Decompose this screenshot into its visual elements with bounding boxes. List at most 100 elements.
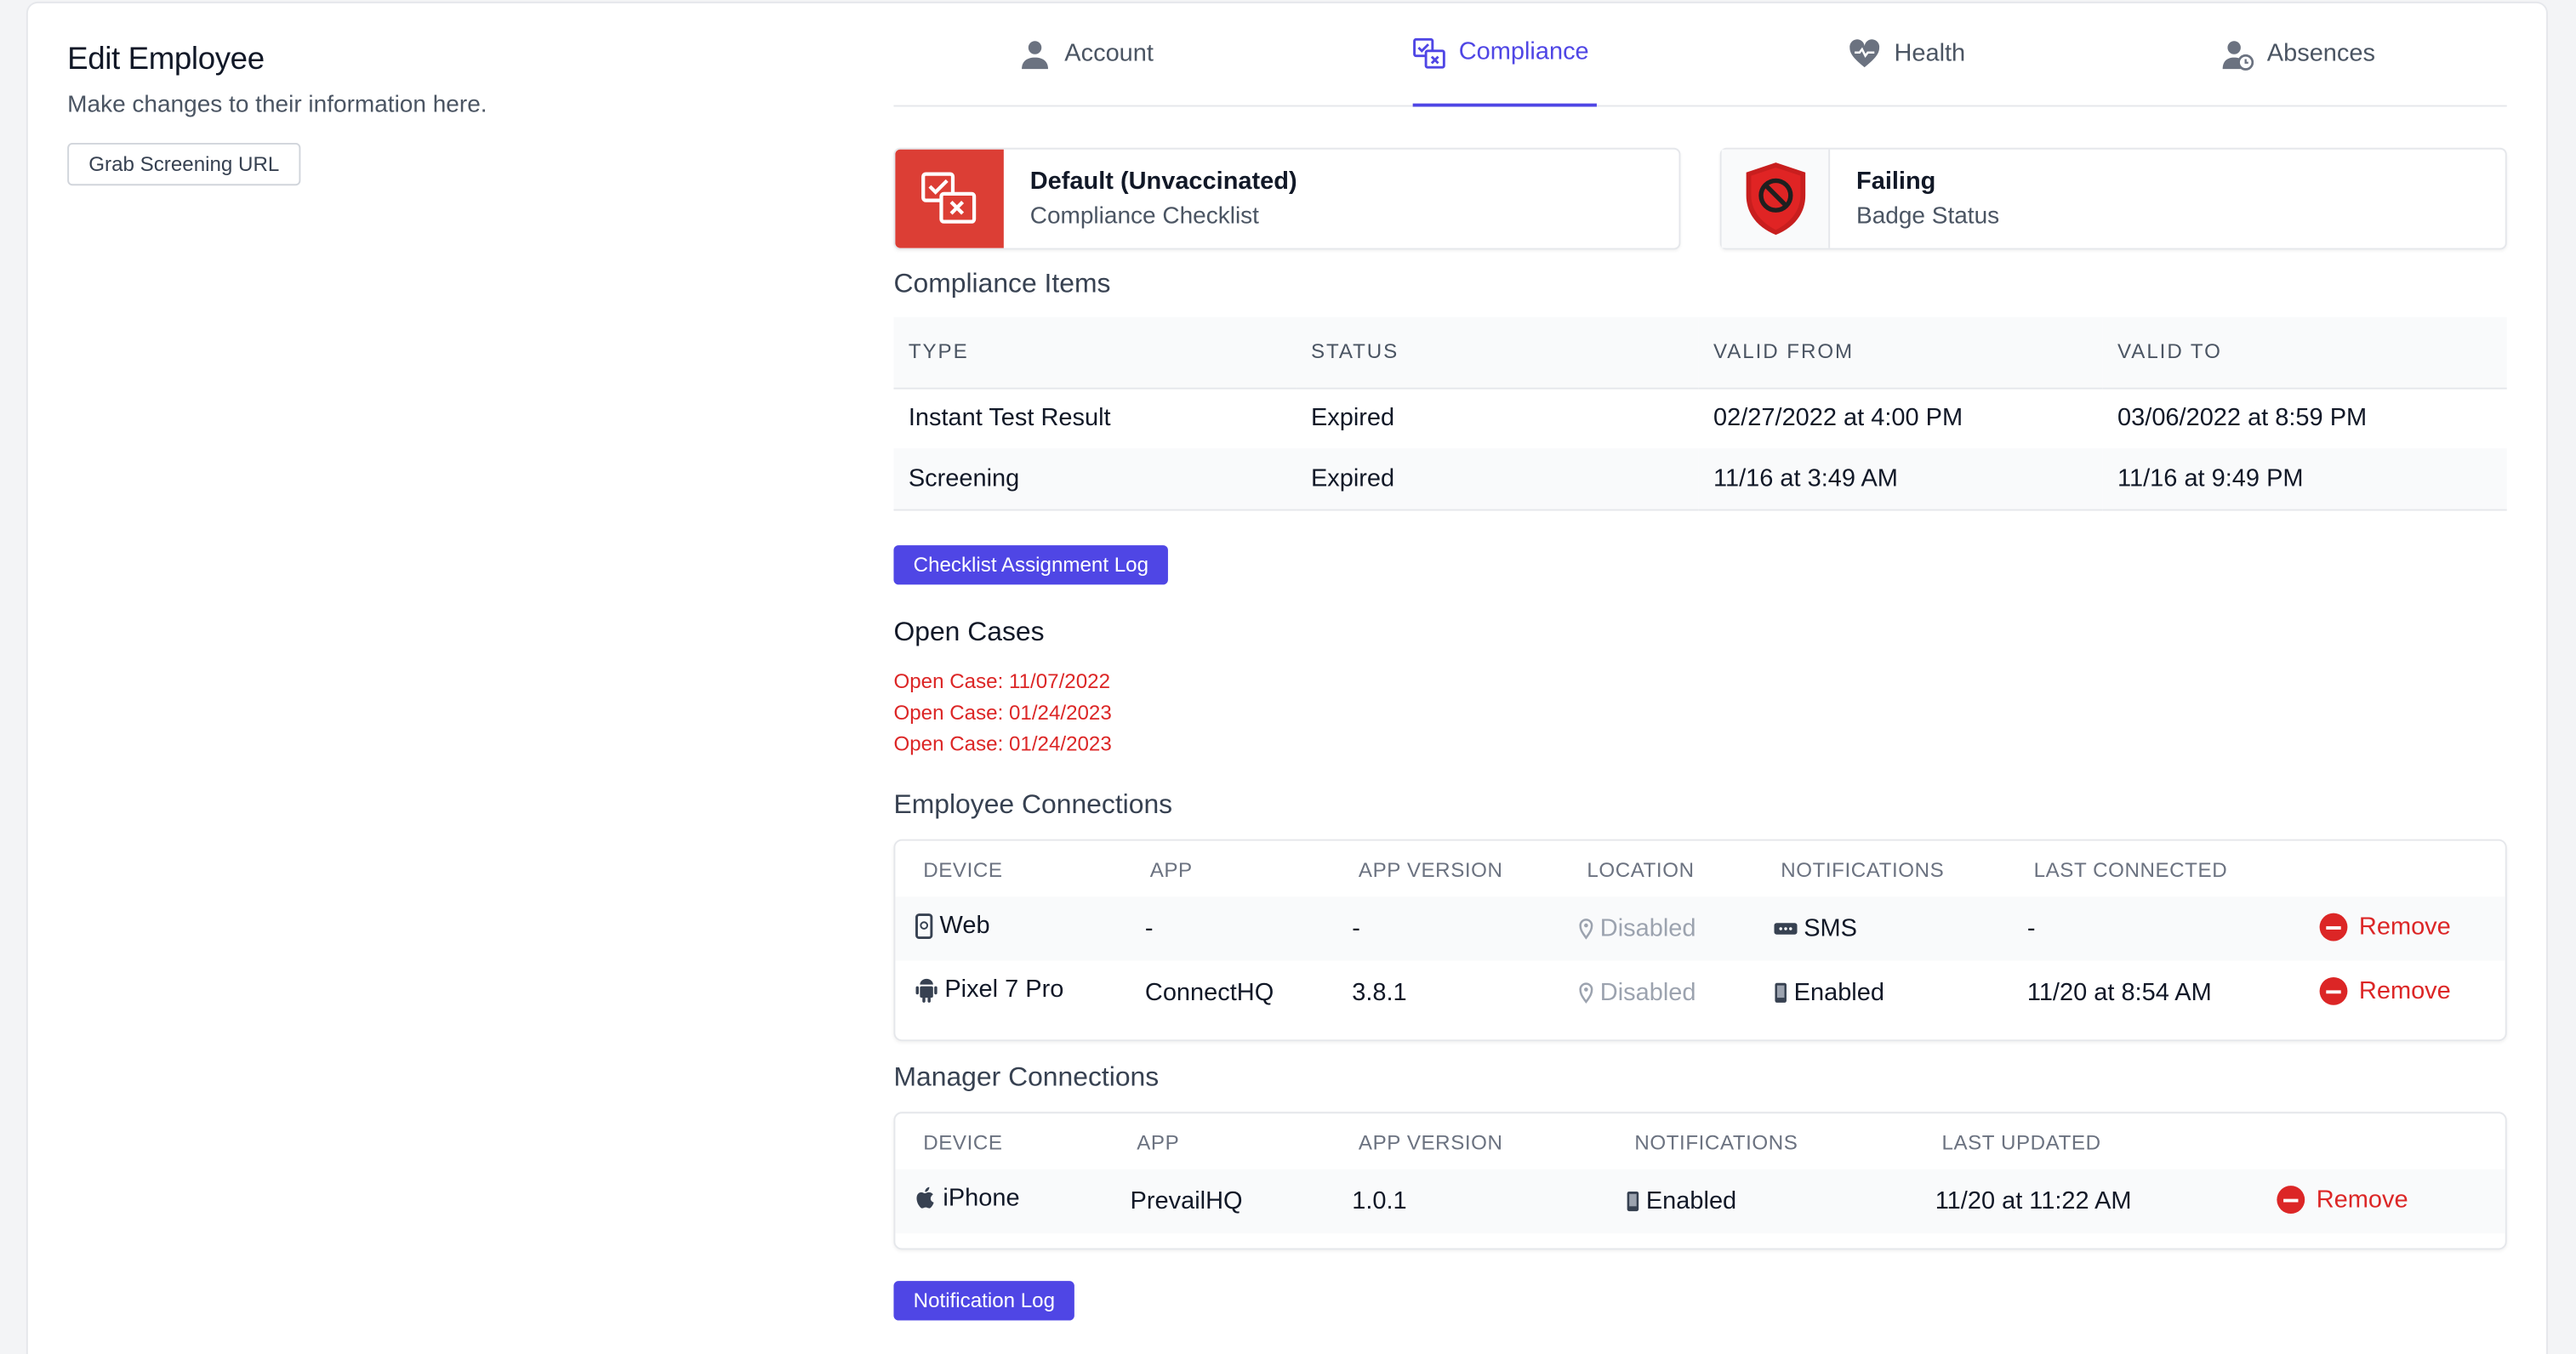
column-header-device: DEVICE	[923, 1131, 1003, 1155]
notifications-status: Enabled	[1645, 1187, 1737, 1215]
cell-status: Expired	[1296, 448, 1699, 510]
location-status: Disabled	[1599, 914, 1696, 943]
tab-compliance-label: Compliance	[1458, 37, 1589, 66]
right-panel: Account Compliance Health Absences Defau…	[893, 3, 2507, 1321]
user-clock-icon	[2222, 41, 2254, 71]
checklist-icon	[1413, 37, 1445, 69]
app-version: -	[1352, 914, 1360, 943]
open-case-link[interactable]: Open Case: 01/24/2023	[893, 729, 1111, 760]
table-header-row: DEVICE APP APP VERSION NOTIFICATIONS LAS…	[895, 1113, 2505, 1169]
checklist-icon-box	[895, 149, 1004, 248]
checklist-label: Compliance Checklist	[1029, 203, 1259, 230]
compliance-items-title: Compliance Items	[893, 269, 1111, 299]
checklist-assignment-log-button[interactable]: Checklist Assignment Log	[893, 545, 1169, 585]
grab-screening-url-button[interactable]: Grab Screening URL	[67, 142, 301, 186]
remove-connection-button[interactable]: Remove	[2277, 1186, 2408, 1215]
column-header-valid-from: VALID FROM	[1698, 316, 2103, 389]
column-header-notifications: NOTIFICATIONS	[1634, 1131, 1798, 1155]
device-name: Pixel 7 Pro	[944, 976, 1064, 1004]
column-header-device: DEVICE	[923, 858, 1003, 882]
manager-connections-table: DEVICE APP APP VERSION NOTIFICATIONS LAS…	[893, 1112, 2507, 1250]
open-cases-list: Open Case: 11/07/2022 Open Case: 01/24/2…	[893, 667, 1111, 760]
user-icon	[1022, 41, 1048, 70]
status-cards: Default (Unvaccinated) Compliance Checkl…	[893, 147, 2507, 250]
phone-icon	[1627, 1191, 1639, 1212]
android-icon	[915, 977, 938, 1002]
tab-compliance[interactable]: Compliance	[1412, 37, 1597, 107]
device-cell: Web	[915, 912, 990, 940]
open-cases-title: Open Cases	[893, 617, 1045, 647]
column-header-type: TYPE	[893, 316, 1297, 389]
table-row: Pixel 7 Pro ConnectHQ 3.8.1 Disabled Ena…	[895, 961, 2505, 1025]
badge-status-card: Failing Badge Status	[1719, 147, 2507, 250]
last-connected: 11/20 at 8:54 AM	[2026, 978, 2212, 1007]
shield-ban-icon	[1745, 162, 1805, 236]
remove-icon	[2277, 1186, 2305, 1215]
badge-status-label: Badge Status	[1856, 203, 2000, 230]
device-name: iPhone	[943, 1184, 1020, 1213]
notifications-status: SMS	[1804, 914, 1858, 943]
compliance-items-table: TYPE STATUS VALID FROM VALID TO Instant …	[893, 316, 2507, 510]
tab-health[interactable]: Health	[1848, 39, 1965, 106]
employee-connections-title: Employee Connections	[893, 789, 1173, 820]
app-name: ConnectHQ	[1144, 978, 1274, 1007]
cell-valid-from: 11/16 at 3:49 AM	[1698, 448, 2103, 510]
notifications-status: Enabled	[1793, 978, 1884, 1007]
app-version: 1.0.1	[1352, 1187, 1407, 1215]
remove-icon	[2319, 976, 2348, 1005]
column-header-app: APP	[1137, 1131, 1180, 1155]
apple-icon	[916, 1186, 934, 1209]
employee-connections-table: DEVICE APP APP VERSION LOCATION NOTIFICA…	[893, 839, 2507, 1042]
device-cell: iPhone	[915, 1184, 1020, 1212]
column-header-last-connected: LAST CONNECTED	[2033, 858, 2228, 882]
tab-bar: Account Compliance Health Absences	[893, 3, 2507, 107]
notification-log-button[interactable]: Notification Log	[893, 1281, 1075, 1321]
column-header-app-version: APP VERSION	[1358, 858, 1503, 882]
device-name: Web	[939, 911, 990, 940]
badge-status-value: Failing	[1856, 167, 1936, 196]
remove-label: Remove	[2316, 1186, 2408, 1215]
cell-type: Instant Test Result	[908, 404, 1111, 433]
cell-valid-to: 11/16 at 9:49 PM	[2102, 448, 2507, 510]
cell-status: Expired	[1310, 404, 1395, 433]
manager-connections-title: Manager Connections	[893, 1062, 1160, 1093]
column-header-notifications: NOTIFICATIONS	[1781, 858, 1945, 882]
remove-connection-button[interactable]: Remove	[2319, 976, 2451, 1005]
location-pin-icon	[1579, 919, 1593, 940]
tab-account[interactable]: Account	[1018, 39, 1154, 106]
table-header-row: TYPE STATUS VALID FROM VALID TO	[893, 316, 2507, 389]
tab-account-label: Account	[1064, 39, 1154, 68]
column-header-app: APP	[1149, 858, 1193, 882]
tab-health-label: Health	[1894, 39, 1966, 68]
remove-label: Remove	[2358, 913, 2451, 942]
device-cell: Pixel 7 Pro	[915, 976, 1064, 1004]
open-case-link[interactable]: Open Case: 01/24/2023	[893, 698, 1111, 730]
tab-absences[interactable]: Absences	[2221, 39, 2375, 106]
phone-icon	[1775, 982, 1787, 1003]
open-case-link[interactable]: Open Case: 11/07/2022	[893, 667, 1111, 698]
page-subtitle: Make changes to their information here.	[67, 92, 487, 119]
badge-icon-box	[1721, 149, 1831, 248]
notifications-cell: Enabled	[1774, 979, 1884, 1007]
table-header-row: DEVICE APP APP VERSION LOCATION NOTIFICA…	[895, 841, 2505, 897]
cell-type: Screening	[893, 448, 1297, 510]
column-header-valid-to: VALID TO	[2102, 316, 2507, 389]
table-row: Screening Expired 11/16 at 3:49 AM 11/16…	[893, 448, 2507, 510]
cell-valid-from: 02/27/2022 at 4:00 PM	[1713, 404, 1963, 433]
remove-connection-button[interactable]: Remove	[2319, 913, 2451, 942]
location-cell: Disabled	[1579, 979, 1696, 1007]
location-status: Disabled	[1599, 978, 1696, 1007]
column-header-app-version: APP VERSION	[1358, 1131, 1503, 1155]
app-name: -	[1144, 914, 1154, 943]
column-header-last-updated: LAST UPDATED	[1941, 1131, 2101, 1155]
checklist-icon	[921, 172, 977, 224]
last-updated: 11/20 at 11:22 AM	[1935, 1187, 2132, 1215]
heart-icon	[1849, 39, 1880, 68]
remove-label: Remove	[2358, 976, 2451, 1005]
location-cell: Disabled	[1579, 914, 1696, 943]
app-name: PrevailHQ	[1130, 1187, 1243, 1215]
page-title: Edit Employee	[67, 43, 265, 77]
table-row: Web - - Disabled SMS - Remove	[895, 896, 2505, 961]
edit-employee-card: Edit Employee Make changes to their info…	[27, 3, 2547, 1354]
last-connected: -	[2026, 914, 2036, 943]
